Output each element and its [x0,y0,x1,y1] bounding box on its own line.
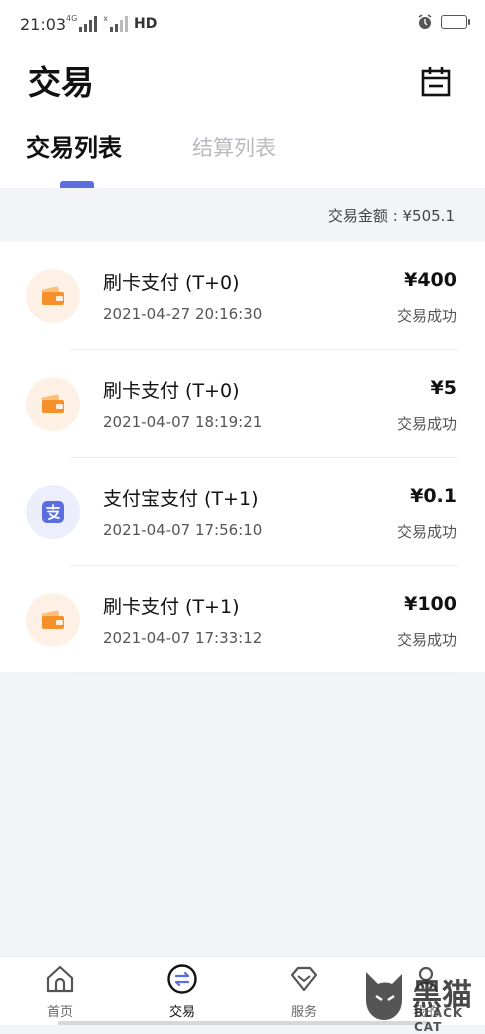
status-right [417,14,470,30]
active-tab-indicator [60,181,94,188]
transaction-date: 2021-04-27 20:16:30 [103,305,263,323]
tab-transaction-list[interactable]: 交易列表 [26,128,122,163]
summary-bar: 交易金额 : ¥505.1 [0,188,485,242]
page-title: 交易 [28,63,94,102]
transaction-row[interactable]: 支付宝支付 (T+1) 2021-04-07 17:56:10 ¥0.1 交易成… [0,458,485,566]
watermark: 黑猫 BLACK CAT [362,966,484,1034]
nav-item-transactions[interactable]: 交易 [132,957,232,1025]
transaction-amount: ¥5 [430,377,457,399]
wallet-icon [41,610,64,629]
status-bar: 21:03 4G x HD [0,0,485,48]
alipay-icon [42,501,64,523]
wallet-icon [41,286,64,305]
diamond-icon [290,966,318,992]
alarm-icon [418,14,432,29]
transaction-name: 刷卡支付 (T+1) [103,596,240,618]
watermark-subtext: BLACK CAT [414,1006,464,1034]
exchange-icon [167,964,197,994]
cat-logo-icon [366,972,402,1020]
transaction-status: 交易成功 [396,523,457,541]
nav-label: 交易 [168,1005,195,1020]
home-icon [46,965,74,993]
nav-label: 服务 [290,1005,317,1020]
transaction-row[interactable]: 刷卡支付 (T+0) 2021-04-27 20:16:30 ¥400 交易成功 [0,242,485,350]
transaction-status: 交易成功 [396,415,457,433]
row-divider [70,673,458,674]
top-panel: 21:03 4G x HD 交易 交易列表 结算列表 [0,0,485,188]
transaction-row[interactable]: 刷卡支付 (T+1) 2021-04-07 17:33:12 ¥100 交易成功 [0,566,485,674]
nav-item-services[interactable]: 服务 [254,957,354,1025]
hd-indicator: HD [134,16,158,32]
tab-bar: 交易列表 结算列表 [0,128,485,188]
transaction-list: 刷卡支付 (T+0) 2021-04-27 20:16:30 ¥400 交易成功… [0,242,485,674]
transaction-amount: ¥400 [404,269,457,291]
battery-icon [441,15,470,29]
transaction-amount: ¥0.1 [410,485,457,507]
transaction-status: 交易成功 [396,307,457,325]
total-amount: 交易金额 : ¥505.1 [327,207,455,225]
network-type-label-2: x [103,14,109,23]
transaction-name: 刷卡支付 (T+0) [103,380,240,402]
nav-label: 首页 [46,1005,73,1020]
transaction-date: 2021-04-07 17:33:12 [103,629,263,647]
payment-method-avatar [26,377,80,431]
payment-method-avatar [26,269,80,323]
tab-settlement-list[interactable]: 结算列表 [192,132,276,162]
transaction-name: 刷卡支付 (T+0) [103,272,240,294]
payment-method-avatar [26,485,80,539]
status-time: 21:03 [20,15,67,34]
network-indicators: 4G x HD [66,14,157,32]
signal-icon [79,16,98,32]
transaction-date: 2021-04-07 17:56:10 [103,521,263,539]
signal-icon-2 [110,16,129,32]
transaction-status: 交易成功 [396,631,457,649]
network-type-label: 4G [66,14,78,23]
transaction-row[interactable]: 刷卡支付 (T+0) 2021-04-07 18:19:21 ¥5 交易成功 [0,350,485,458]
calendar-icon[interactable] [420,66,452,98]
transaction-date: 2021-04-07 18:19:21 [103,413,263,431]
transaction-amount: ¥100 [404,593,457,615]
payment-method-avatar [26,593,80,647]
nav-item-home[interactable]: 首页 [10,957,110,1025]
transaction-name: 支付宝支付 (T+1) [103,488,259,510]
wallet-icon [41,394,64,413]
